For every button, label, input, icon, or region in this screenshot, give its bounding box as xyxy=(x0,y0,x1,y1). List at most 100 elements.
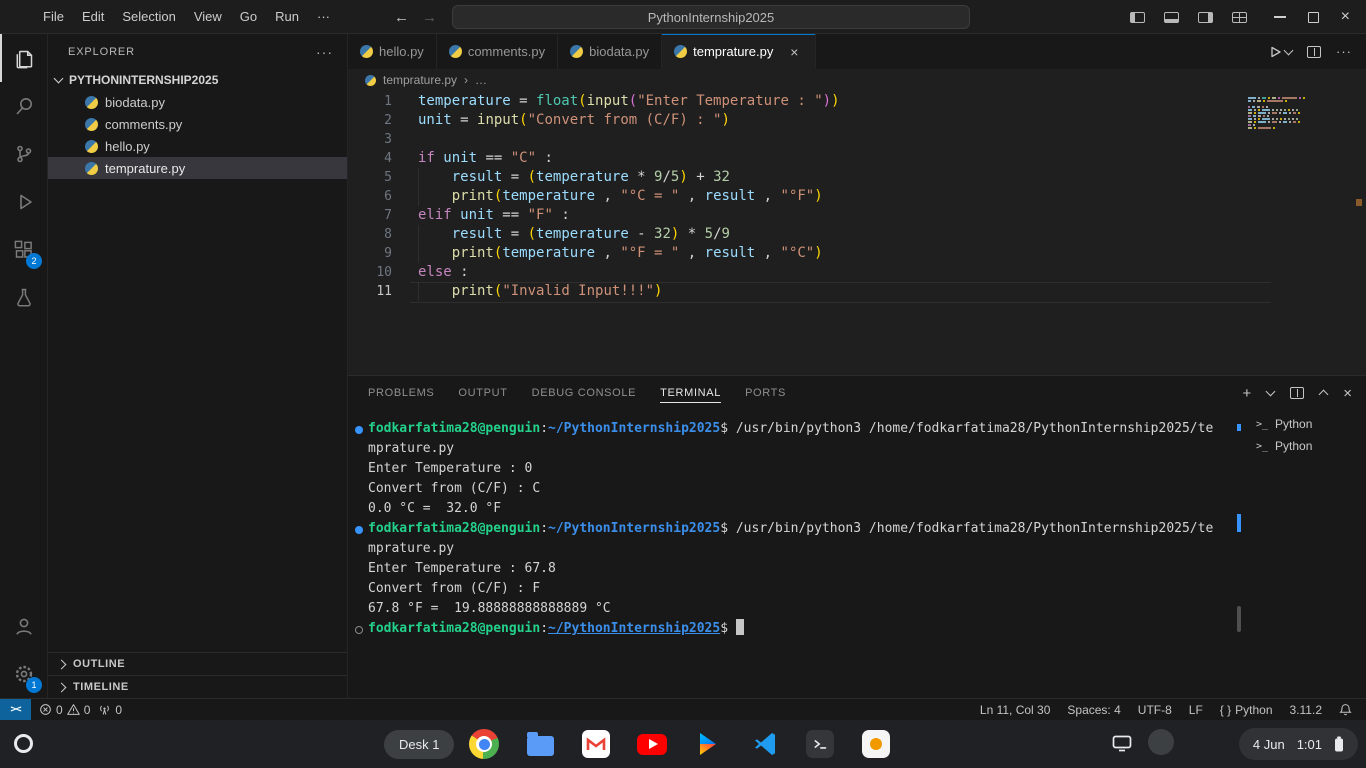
language-mode[interactable]: { } Python xyxy=(1220,703,1273,717)
customize-layout-icon[interactable] xyxy=(1232,12,1247,23)
minimize-icon[interactable] xyxy=(1274,16,1286,17)
menubar-item[interactable]: File xyxy=(34,0,73,33)
python-interpreter-version[interactable]: 3.11.2 xyxy=(1290,703,1322,717)
sidebar-section-timeline[interactable]: TIMELINE xyxy=(48,675,347,698)
extensions-icon[interactable]: 2 xyxy=(0,226,47,274)
chrome-icon[interactable] xyxy=(468,728,500,760)
menubar-item[interactable]: Go xyxy=(231,0,266,33)
remote-indicator[interactable]: >< xyxy=(0,699,31,720)
cursor-position[interactable]: Ln 11, Col 30 xyxy=(980,703,1051,717)
tray-notification-icon[interactable] xyxy=(1148,729,1174,755)
token: * xyxy=(629,169,654,185)
problems-status[interactable]: 0 0 xyxy=(39,703,90,717)
explorer-more-actions-icon[interactable]: ··· xyxy=(316,44,333,60)
menubar-item[interactable]: ··· xyxy=(308,0,339,33)
terminal-profile-dropdown-icon[interactable] xyxy=(1266,387,1276,397)
titlebar: FileEditSelectionViewGoRun··· ← → Python… xyxy=(0,0,1366,34)
explorer-file-hello.py[interactable]: hello.py xyxy=(48,135,347,157)
terminal[interactable]: fodkarfatima28@penguin:~/PythonInternshi… xyxy=(348,410,1234,698)
terminal-line-10: 67.8 °F = 19.88888888888889 °C xyxy=(368,599,1234,619)
screen-capture-icon[interactable] xyxy=(1112,735,1132,752)
editor-tab-hello.py[interactable]: hello.py× xyxy=(348,34,437,69)
split-editor-icon[interactable] xyxy=(1307,46,1321,58)
toggle-sidebar-icon[interactable] xyxy=(1130,12,1145,23)
run-debug-icon[interactable] xyxy=(0,178,47,226)
panel-tab-problems[interactable]: PROBLEMS xyxy=(368,376,434,410)
panel-tab-output[interactable]: OUTPUT xyxy=(458,376,507,410)
search-icon[interactable] xyxy=(0,82,47,130)
breadcrumb-separator-icon: › xyxy=(464,73,468,87)
explorer-icon[interactable] xyxy=(0,34,47,82)
terminal-app-icon[interactable] xyxy=(804,728,836,760)
explorer-file-temprature.py[interactable]: temprature.py xyxy=(48,157,347,179)
toggle-secondary-sidebar-icon[interactable] xyxy=(1198,12,1213,23)
new-terminal-icon[interactable]: + xyxy=(1242,385,1251,402)
youtube-icon[interactable] xyxy=(636,728,668,760)
menubar-item[interactable]: View xyxy=(185,0,231,33)
menubar-item[interactable]: Run xyxy=(266,0,308,33)
command-decoration-icon[interactable] xyxy=(355,526,363,534)
maximize-panel-icon[interactable] xyxy=(1319,390,1329,400)
terminal-scrollbar[interactable] xyxy=(1235,410,1244,698)
run-dropdown-icon[interactable] xyxy=(1284,45,1294,55)
tab-close-icon[interactable]: × xyxy=(785,44,803,60)
notifications-bell-icon[interactable] xyxy=(1339,703,1352,716)
testing-icon[interactable] xyxy=(0,274,47,322)
back-icon[interactable]: ← xyxy=(394,9,409,26)
run-python-file-button[interactable] xyxy=(1268,45,1292,59)
desk-button[interactable]: Desk 1 xyxy=(384,730,454,759)
maximize-icon[interactable] xyxy=(1308,12,1319,23)
token: mprature.py xyxy=(368,441,454,456)
split-terminal-icon[interactable] xyxy=(1290,387,1304,399)
status-tray[interactable]: 4 Jun 1:01 xyxy=(1239,728,1358,760)
token: ) xyxy=(654,283,662,299)
terminal-instance-1[interactable]: >_Python xyxy=(1244,413,1366,435)
breadcrumb-symbol[interactable]: … xyxy=(475,73,487,87)
menubar-item[interactable]: Selection xyxy=(113,0,184,33)
breadcrumb-file[interactable]: temprature.py xyxy=(383,73,457,87)
token xyxy=(418,169,452,185)
editor-tab-biodata.py[interactable]: biodata.py× xyxy=(558,34,662,69)
token: temperature xyxy=(502,188,595,204)
editor-tab-comments.py[interactable]: comments.py× xyxy=(437,34,558,69)
code-content[interactable]: temperature = float(input("Enter Tempera… xyxy=(418,91,1366,375)
files-app-icon[interactable] xyxy=(524,728,556,760)
gmail-icon[interactable] xyxy=(580,728,612,760)
launcher-icon[interactable] xyxy=(14,734,33,753)
panel-tab-ports[interactable]: PORTS xyxy=(745,376,786,410)
editor-tab-temprature.py[interactable]: temprature.py× xyxy=(662,34,816,69)
terminal-instance-2[interactable]: >_Python xyxy=(1244,435,1366,457)
history-nav: ← → xyxy=(394,0,437,34)
sidebar-section-outline[interactable]: OUTLINE xyxy=(48,652,347,675)
terminal-instance-label: Python xyxy=(1275,439,1312,453)
vscode-icon[interactable] xyxy=(748,728,780,760)
panel-tab-terminal[interactable]: TERMINAL xyxy=(660,376,721,410)
close-panel-icon[interactable]: × xyxy=(1343,385,1352,402)
command-center-search[interactable]: PythonInternship2025 xyxy=(452,5,970,29)
play-store-icon[interactable] xyxy=(692,728,724,760)
ports-status[interactable]: 0 xyxy=(98,703,122,717)
forward-icon[interactable]: → xyxy=(422,9,437,26)
close-icon[interactable]: × xyxy=(1341,9,1350,25)
explorer-root-folder[interactable]: PYTHONINTERNSHIP2025 xyxy=(48,69,347,91)
indentation[interactable]: Spaces: 4 xyxy=(1067,703,1120,717)
command-decoration-icon[interactable] xyxy=(355,426,363,434)
token: : xyxy=(540,421,548,436)
source-control-icon[interactable] xyxy=(0,130,47,178)
explorer-file-biodata.py[interactable]: biodata.py xyxy=(48,91,347,113)
explorer-file-comments.py[interactable]: comments.py xyxy=(48,113,347,135)
code-editor[interactable]: 1234567891011 temperature = float(input(… xyxy=(348,91,1366,375)
toggle-panel-icon[interactable] xyxy=(1164,12,1179,23)
token: temperature xyxy=(536,226,629,242)
gallery-app-icon[interactable] xyxy=(860,728,892,760)
panel-tab-debug-console[interactable]: DEBUG CONSOLE xyxy=(532,376,637,410)
token: ) xyxy=(823,93,831,109)
account-icon[interactable] xyxy=(0,602,47,650)
encoding[interactable]: UTF-8 xyxy=(1138,703,1172,717)
eol-sequence[interactable]: LF xyxy=(1189,703,1203,717)
editor-more-actions-icon[interactable]: ··· xyxy=(1336,44,1352,59)
settings-gear-icon[interactable]: 1 xyxy=(0,650,47,698)
token: / xyxy=(713,226,721,242)
menubar-item[interactable]: Edit xyxy=(73,0,113,33)
command-decoration-icon[interactable] xyxy=(355,626,363,634)
